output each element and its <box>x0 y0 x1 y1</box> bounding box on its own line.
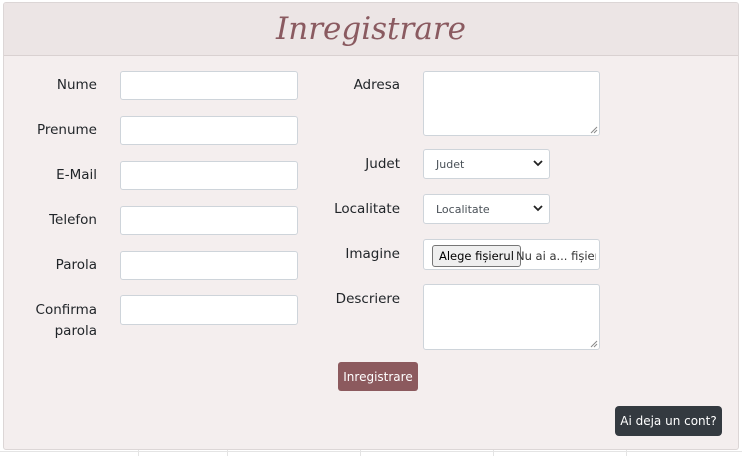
descriere-textarea[interactable] <box>423 284 600 350</box>
chevron-down-icon <box>533 160 543 167</box>
telefon-input[interactable] <box>120 206 298 235</box>
label-confirma-parola: Confirma parola <box>30 300 97 342</box>
judet-selected-value: Judet <box>436 157 465 171</box>
label-confirma-line2: parola <box>54 323 97 339</box>
bg-divider <box>138 450 139 456</box>
file-status-text: Nu ai a... fișier <box>516 249 596 263</box>
label-prenume: Prenume <box>36 122 97 138</box>
label-descriere: Descriere <box>335 291 400 307</box>
bg-divider <box>227 450 228 456</box>
already-have-account-button[interactable]: Ai deja un cont? <box>615 406 722 436</box>
email-input[interactable] <box>120 161 298 190</box>
label-email: E-Mail <box>56 167 97 183</box>
resize-grip-icon[interactable] <box>590 126 598 134</box>
bg-divider <box>493 450 494 456</box>
adresa-textarea[interactable] <box>423 71 600 136</box>
label-localitate: Localitate <box>334 201 400 217</box>
label-judet: Judet <box>365 156 400 172</box>
label-confirma-line1: Confirma <box>35 302 97 318</box>
chevron-down-icon <box>533 205 543 212</box>
nume-input[interactable] <box>120 71 298 100</box>
parola-input[interactable] <box>120 251 298 280</box>
bg-divider <box>626 450 627 456</box>
choose-file-button[interactable]: Alege fișierul <box>432 245 521 267</box>
label-imagine: Imagine <box>345 246 400 262</box>
confirma-parola-input[interactable] <box>120 295 298 325</box>
bg-divider <box>0 451 742 452</box>
card-header: Inregistrare <box>4 3 738 56</box>
label-telefon: Telefon <box>49 212 97 228</box>
judet-select[interactable]: Judet <box>423 149 550 179</box>
page-title: Inregistrare <box>276 11 466 47</box>
inregistrare-submit-button[interactable]: Inregistrare <box>338 362 418 391</box>
label-parola: Parola <box>55 257 97 273</box>
prenume-input[interactable] <box>120 116 298 145</box>
bg-divider <box>360 450 361 456</box>
imagine-file-input[interactable]: Alege fișierul Nu ai a... fișier <box>423 239 600 270</box>
resize-grip-icon[interactable] <box>590 340 598 348</box>
localitate-select[interactable]: Localitate <box>423 194 550 224</box>
label-adresa: Adresa <box>353 77 400 93</box>
localitate-selected-value: Localitate <box>436 202 490 216</box>
label-nume: Nume <box>56 77 97 93</box>
